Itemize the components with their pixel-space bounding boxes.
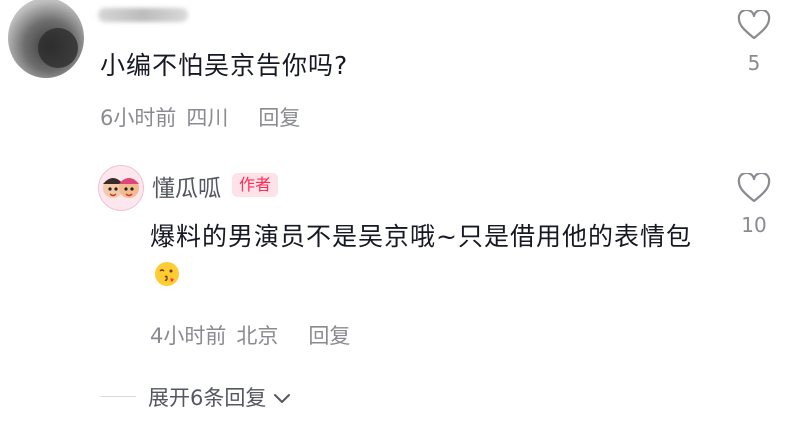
reply-location: 北京 xyxy=(236,324,279,348)
like-count: 5 xyxy=(747,51,761,75)
expand-divider xyxy=(100,396,136,397)
reply-like-count: 10 xyxy=(741,213,767,237)
comment-text: 小编不怕吴京告你吗? xyxy=(100,51,349,80)
author-avatar[interactable] xyxy=(98,165,144,211)
commenter-avatar[interactable] xyxy=(8,0,84,78)
comment-location: 四川 xyxy=(186,106,229,130)
reply-text-content: 爆料的男演员不是吴京哦~只是借用他的表情包 xyxy=(150,222,692,251)
like-button[interactable] xyxy=(737,10,771,40)
author-badge: 作者 xyxy=(232,173,279,197)
cartoon-avatar-icon xyxy=(103,178,139,198)
reply-button[interactable]: 回复 xyxy=(258,106,300,130)
chevron-down-icon xyxy=(274,394,291,403)
avatar-shadow xyxy=(38,28,78,68)
reply-meta: 4小时前 北京 回复 xyxy=(150,320,350,350)
comment-meta: 6小时前 四川 回复 xyxy=(100,102,300,132)
comment-time: 6小时前 xyxy=(100,106,177,130)
reply-reply-button[interactable]: 回复 xyxy=(308,324,350,348)
kissing-face-emoji-icon xyxy=(155,262,179,286)
expand-replies-label: 展开6条回复 xyxy=(148,386,267,410)
author-name[interactable]: 懂瓜呱 xyxy=(152,169,221,203)
heart-outline-icon xyxy=(737,173,771,203)
reply-like-button[interactable] xyxy=(737,173,771,203)
commenter-name-blurred xyxy=(98,8,188,22)
reply-time: 4小时前 xyxy=(150,324,227,348)
reply-text: 爆料的男演员不是吴京哦~只是借用他的表情包 xyxy=(150,218,710,294)
heart-outline-icon xyxy=(737,10,771,40)
expand-replies-button[interactable]: 展开6条回复 xyxy=(148,382,292,412)
